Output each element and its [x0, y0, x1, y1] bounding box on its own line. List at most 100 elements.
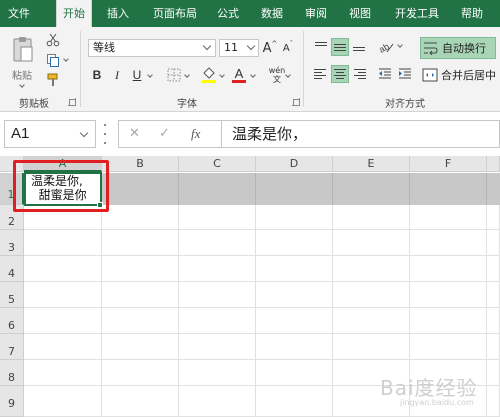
grid-cell[interactable]: [333, 308, 410, 334]
tab-insert[interactable]: 插入: [100, 0, 136, 27]
bottom-align-button[interactable]: [350, 38, 368, 56]
grid-cell[interactable]: [333, 205, 410, 230]
grid-cell[interactable]: [333, 282, 410, 308]
grid-cell[interactable]: [179, 230, 256, 256]
tab-formulas[interactable]: 公式: [210, 0, 246, 27]
grid-cell[interactable]: [256, 308, 333, 334]
grid-cell[interactable]: [179, 256, 256, 282]
font-launcher-icon[interactable]: [292, 98, 300, 106]
tab-help[interactable]: 帮助: [452, 0, 492, 27]
underline-dropdown-icon[interactable]: [148, 73, 154, 79]
borders-dropdown-icon[interactable]: [185, 73, 191, 79]
wrap-text-button[interactable]: 自动换行: [420, 37, 496, 59]
italic-button[interactable]: I: [109, 67, 125, 83]
increase-indent-button[interactable]: [396, 65, 414, 83]
enter-icon[interactable]: ✓: [159, 126, 170, 141]
grid-cell[interactable]: [179, 386, 256, 417]
grid-cell[interactable]: [410, 282, 487, 308]
align-right-button[interactable]: [350, 65, 368, 83]
grid-cell[interactable]: [102, 205, 179, 230]
grid-cell[interactable]: [487, 282, 500, 308]
grid-cell[interactable]: [179, 308, 256, 334]
grid-cell[interactable]: [102, 256, 179, 282]
row-header-6[interactable]: 6: [0, 308, 24, 334]
column-header-e[interactable]: E: [333, 156, 410, 172]
row-header-7[interactable]: 7: [0, 334, 24, 360]
align-left-button[interactable]: [312, 65, 330, 83]
tab-review[interactable]: 审阅: [298, 0, 334, 27]
grid-cell[interactable]: [487, 334, 500, 360]
grid-cell[interactable]: [179, 334, 256, 360]
grid-cell[interactable]: [410, 205, 487, 230]
grid-cell[interactable]: [24, 256, 102, 282]
grid-cell[interactable]: [410, 308, 487, 334]
tab-page-layout[interactable]: 页面布局: [146, 0, 204, 27]
grid-cell[interactable]: [410, 256, 487, 282]
orientation-dropdown-icon[interactable]: [398, 43, 404, 49]
grid-cell[interactable]: [102, 360, 179, 386]
grid-cell[interactable]: [410, 334, 487, 360]
merge-center-button[interactable]: 合并后居中: [420, 65, 496, 85]
font-color-dropdown-icon[interactable]: [251, 73, 257, 79]
tab-home[interactable]: 开始: [56, 0, 92, 27]
grid-cell[interactable]: [179, 360, 256, 386]
grid-cell[interactable]: [24, 386, 102, 417]
grid-cell[interactable]: [487, 386, 500, 417]
font-name-dropdown-icon[interactable]: [203, 42, 212, 51]
copy-button[interactable]: [44, 51, 62, 69]
phonetic-dropdown-icon[interactable]: [286, 73, 292, 79]
underline-button[interactable]: U: [129, 67, 145, 83]
grid-cell[interactable]: [256, 334, 333, 360]
grid-cell[interactable]: [487, 308, 500, 334]
grid-cell[interactable]: [256, 386, 333, 417]
tab-view[interactable]: 视图: [342, 0, 378, 27]
font-size-dropdown-icon[interactable]: [247, 42, 256, 51]
grid-cell[interactable]: [487, 205, 500, 230]
tab-data[interactable]: 数据: [254, 0, 290, 27]
column-header-g[interactable]: [487, 156, 500, 172]
row-header-8[interactable]: 8: [0, 360, 24, 386]
column-header-b[interactable]: B: [102, 156, 179, 172]
grid-cell[interactable]: [102, 334, 179, 360]
grid-cell[interactable]: [102, 282, 179, 308]
grid-cell[interactable]: [24, 360, 102, 386]
align-center-button[interactable]: [331, 65, 349, 83]
fill-color-dropdown-icon[interactable]: [220, 73, 226, 79]
grid-cell[interactable]: [487, 360, 500, 386]
cut-button[interactable]: [44, 31, 62, 49]
font-color-button[interactable]: A: [231, 65, 247, 85]
bold-button[interactable]: B: [89, 67, 105, 83]
grid-cell[interactable]: [24, 334, 102, 360]
grid-cell[interactable]: [256, 205, 333, 230]
row-header-3[interactable]: 3: [0, 230, 24, 256]
decrease-indent-button[interactable]: [376, 65, 394, 83]
paste-dropdown-icon[interactable]: [20, 83, 26, 89]
tab-file[interactable]: 文件: [0, 0, 38, 27]
paste-button[interactable]: [8, 33, 38, 67]
borders-button[interactable]: [165, 66, 183, 84]
row-header-4[interactable]: 4: [0, 256, 24, 282]
name-box-dropdown-icon[interactable]: [80, 129, 89, 138]
grid-cell[interactable]: [256, 360, 333, 386]
grid-cell[interactable]: [102, 308, 179, 334]
grid-cell[interactable]: [256, 282, 333, 308]
formula-bar-grip-icon[interactable]: [104, 124, 107, 144]
font-name-box[interactable]: 等线: [88, 39, 216, 57]
grid-cell[interactable]: [333, 230, 410, 256]
top-align-button[interactable]: [312, 38, 330, 56]
grid-cell[interactable]: [487, 230, 500, 256]
grid-cell[interactable]: [333, 334, 410, 360]
column-header-d[interactable]: D: [256, 156, 333, 172]
clipboard-launcher-icon[interactable]: [68, 98, 76, 106]
format-painter-button[interactable]: [44, 71, 62, 89]
grid-cell[interactable]: [333, 256, 410, 282]
grid-cell[interactable]: [179, 282, 256, 308]
grid-cell[interactable]: [256, 230, 333, 256]
fill-color-button[interactable]: [200, 65, 218, 85]
grow-font-button[interactable]: A ^: [263, 39, 278, 57]
grid-cell[interactable]: [24, 230, 102, 256]
grid-cell[interactable]: [24, 308, 102, 334]
cancel-icon[interactable]: ✕: [129, 126, 140, 141]
grid-cell[interactable]: [487, 256, 500, 282]
grid-cell[interactable]: [179, 205, 256, 230]
